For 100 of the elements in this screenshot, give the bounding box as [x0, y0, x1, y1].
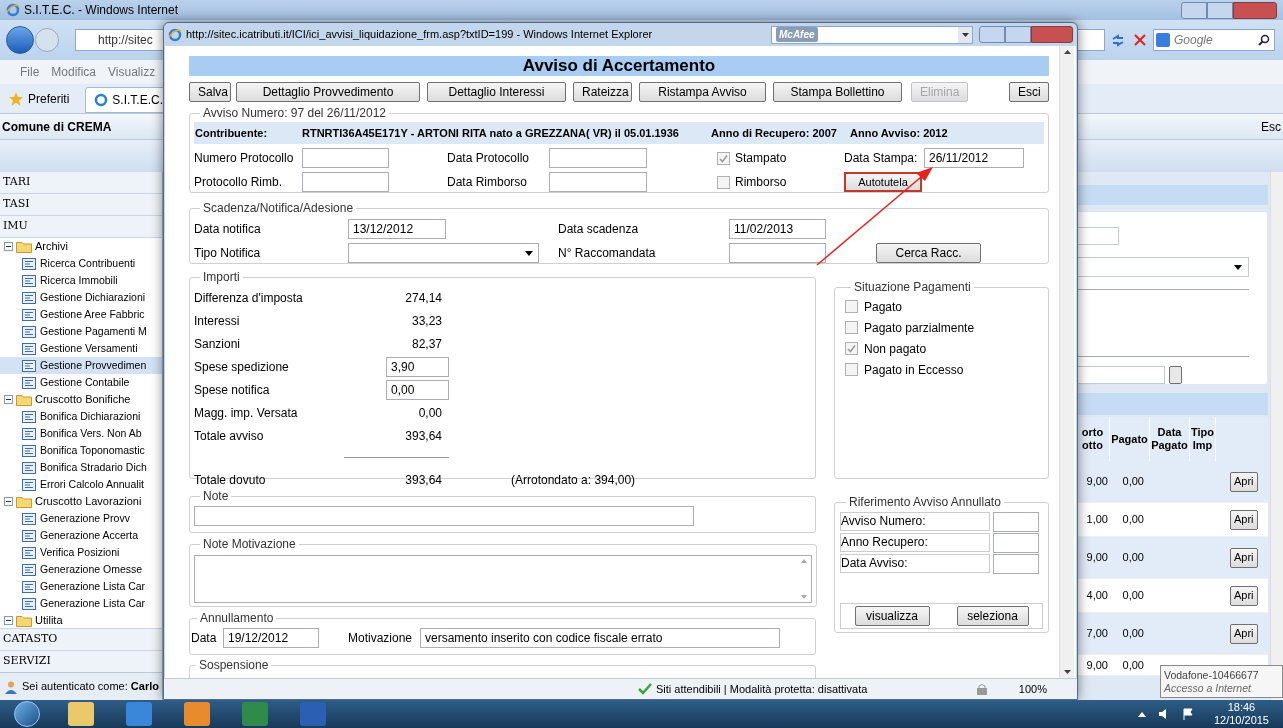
- tree-item[interactable]: Bonifica Vers. Non Ab: [0, 425, 162, 442]
- favorites-button[interactable]: Preferiti: [28, 89, 70, 108]
- flag-icon[interactable]: [1181, 708, 1194, 720]
- tree-item[interactable]: Ricerca Immobili: [0, 272, 162, 289]
- tree-item[interactable]: Gestione Versamenti: [0, 340, 162, 357]
- tree-item[interactable]: Gestione Provvedimen: [0, 357, 162, 374]
- back-button[interactable]: [6, 26, 34, 54]
- tree-item[interactable]: Generazione Accerta: [0, 527, 162, 544]
- tree-item[interactable]: Generazione Lista Car: [0, 578, 162, 595]
- text-field[interactable]: [993, 532, 1039, 553]
- tree-item[interactable]: Gestione Aree Fabbric: [0, 306, 162, 323]
- text-field[interactable]: 26/11/2012: [924, 148, 1024, 168]
- search-field[interactable]: Google: [1153, 29, 1275, 51]
- tree-item[interactable]: Errori Calcolo Annualit: [0, 476, 162, 493]
- text-field[interactable]: 13/12/2012: [348, 219, 446, 239]
- tree-folder[interactable]: Utilita: [35, 612, 63, 628]
- dropdown[interactable]: [1077, 257, 1249, 277]
- tree-folder[interactable]: Cruscotto Bonifiche: [35, 391, 131, 408]
- folder-app-icon[interactable]: [68, 702, 94, 726]
- spreadsheet-app-icon[interactable]: [242, 702, 268, 726]
- tree-item[interactable]: Generazione Omesse: [0, 561, 162, 578]
- collapse-icon[interactable]: [4, 497, 13, 506]
- text-field[interactable]: [549, 148, 647, 168]
- tree-folder[interactable]: Cruscotto Lavorazioni: [35, 493, 142, 510]
- start-button[interactable]: [14, 701, 40, 727]
- tree-item[interactable]: Gestione Dichiarazioni: [0, 289, 162, 306]
- checkbox[interactable]: [845, 363, 858, 376]
- minimize-button[interactable]: [979, 26, 1005, 43]
- text-field[interactable]: 11/02/2013: [729, 219, 826, 239]
- maximize-button[interactable]: [1005, 26, 1031, 43]
- open-button[interactable]: Apri: [1230, 585, 1258, 606]
- tree-item[interactable]: Bonifica Stradario Dich: [0, 459, 162, 476]
- sidebar-section[interactable]: CATASTO: [0, 628, 162, 650]
- clock-time[interactable]: 18:46: [1227, 701, 1256, 714]
- form-button[interactable]: seleziona: [956, 606, 1029, 626]
- form-button[interactable]: Stampa Bollettino: [773, 82, 902, 102]
- tree-item[interactable]: Generazione Lista Car: [0, 595, 162, 612]
- minimize-button[interactable]: [1181, 1, 1207, 19]
- sidebar-section[interactable]: TASI: [0, 194, 162, 216]
- tree-item[interactable]: Bonifica Toponomastic: [0, 442, 162, 459]
- text-field[interactable]: [302, 172, 389, 192]
- sidebar-section[interactable]: IMU: [0, 216, 162, 238]
- close-button[interactable]: [1233, 1, 1277, 19]
- collapse-icon[interactable]: [4, 242, 13, 251]
- sidebar-section[interactable]: TARI: [0, 172, 162, 194]
- open-button[interactable]: Apri: [1230, 623, 1258, 644]
- form-button[interactable]: Esci: [1009, 82, 1049, 102]
- text-field[interactable]: [729, 243, 826, 263]
- star-icon[interactable]: [8, 90, 24, 107]
- autotutela-button[interactable]: Autotutela: [844, 172, 922, 192]
- tree-item[interactable]: Ricerca Contribuenti: [0, 255, 162, 272]
- form-button[interactable]: visualizza: [854, 606, 930, 626]
- browser-app-icon[interactable]: [126, 702, 152, 726]
- scrollbar[interactable]: [1270, 172, 1283, 700]
- form-button[interactable]: Dettaglio Interessi: [427, 82, 566, 102]
- menu-item[interactable]: File: [20, 63, 40, 81]
- text-field[interactable]: 19/12/2012: [223, 628, 319, 648]
- browse-button[interactable]: [1169, 366, 1182, 384]
- text-field[interactable]: [302, 148, 389, 168]
- form-button[interactable]: Salva: [189, 82, 231, 102]
- form-button[interactable]: Cerca Racc.: [876, 243, 981, 263]
- dropdown[interactable]: [348, 243, 539, 263]
- sidebar-section[interactable]: SERVIZI: [0, 650, 162, 672]
- tree-item[interactable]: Gestione Pagamenti M: [0, 323, 162, 340]
- maximize-button[interactable]: [1207, 1, 1233, 19]
- menu-item[interactable]: Visualizz: [108, 63, 156, 81]
- search-icon[interactable]: [1258, 34, 1270, 46]
- collapse-icon[interactable]: [4, 395, 13, 404]
- tree-item[interactable]: Generazione Provv: [0, 510, 162, 527]
- text-field[interactable]: [549, 172, 647, 192]
- text-field[interactable]: 0,00: [386, 379, 449, 400]
- checkbox[interactable]: [717, 175, 730, 189]
- collapse-icon[interactable]: [4, 616, 13, 625]
- form-button[interactable]: Dettaglio Provvedimento: [236, 82, 420, 102]
- tree-folder[interactable]: Archivi: [35, 238, 68, 255]
- zoom-level[interactable]: 100%: [1018, 680, 1047, 698]
- text-field[interactable]: [993, 511, 1039, 532]
- checkbox[interactable]: [845, 342, 858, 355]
- checkbox[interactable]: [845, 321, 858, 334]
- tray-expand-icon[interactable]: [1137, 711, 1146, 717]
- exit-link[interactable]: Esc: [1261, 117, 1281, 136]
- scrollbar[interactable]: [1059, 46, 1074, 678]
- clock-date[interactable]: 12/10/2015: [1213, 714, 1269, 727]
- text-field[interactable]: versamento inserito con codice fiscale errato: [420, 628, 780, 648]
- open-button[interactable]: Apri: [1230, 547, 1258, 568]
- form-button[interactable]: Ristampa Avviso: [639, 82, 766, 102]
- text-field[interactable]: [1077, 366, 1165, 384]
- checkbox[interactable]: [717, 151, 730, 165]
- open-button[interactable]: Apri: [1230, 471, 1258, 492]
- menu-item[interactable]: Modifica: [51, 63, 97, 81]
- tree-item[interactable]: Verifica Posizioni: [0, 544, 162, 561]
- mail-app-icon[interactable]: [184, 702, 210, 726]
- text-field[interactable]: 3,90: [386, 356, 449, 377]
- open-button[interactable]: Apri: [1230, 509, 1258, 530]
- form-button[interactable]: Rateizza: [573, 82, 632, 102]
- checkbox[interactable]: [845, 300, 858, 313]
- tree-item[interactable]: Gestione Contabile: [0, 374, 162, 391]
- tree-item[interactable]: Bonifica Dichiarazioni: [0, 408, 162, 425]
- scroll-down-icon[interactable]: [1063, 670, 1071, 674]
- text-field[interactable]: [993, 553, 1039, 574]
